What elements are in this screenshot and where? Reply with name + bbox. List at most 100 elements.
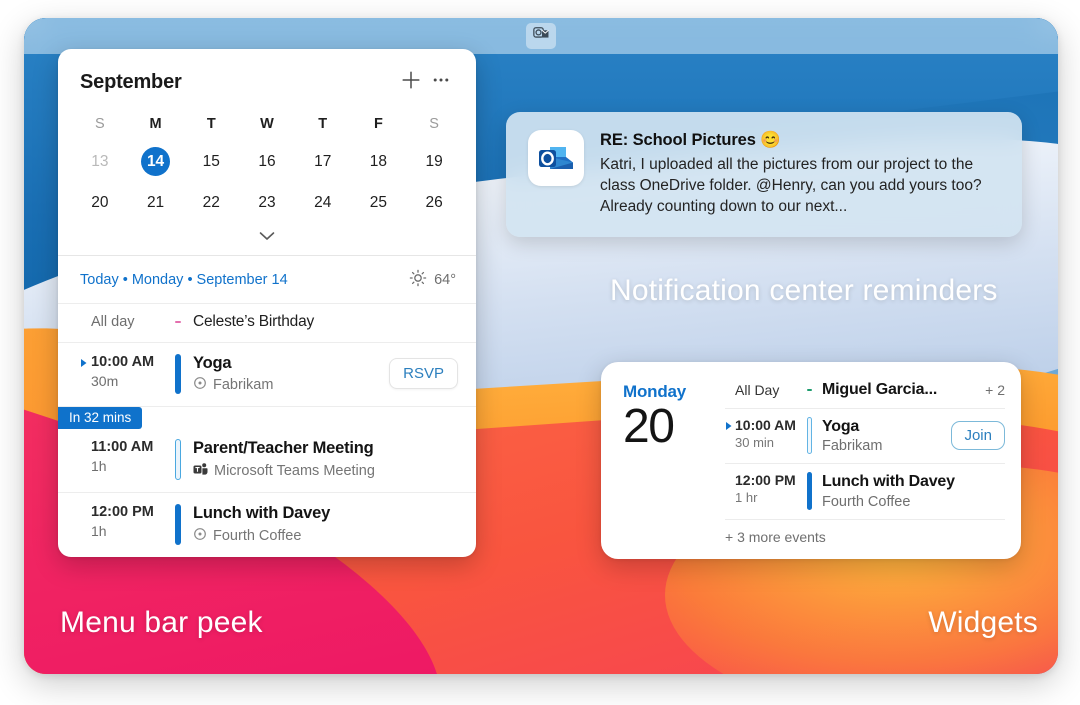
calendar-header: September <box>58 49 476 103</box>
ellipsis-icon <box>430 69 452 96</box>
event-color-bar-blue <box>175 353 181 395</box>
widget-color-bar-blue <box>807 472 812 510</box>
label-widgets: Widgets <box>928 606 1038 639</box>
widget-event-location: Fabrikam <box>822 438 883 455</box>
calendar-day-headers: S M T W T F S <box>72 113 462 141</box>
event-marker-slot <box>80 504 91 545</box>
event-duration: 1h <box>91 523 107 540</box>
widget-date-column: Monday 20 <box>617 378 725 547</box>
event-color-bar-pink <box>175 321 181 324</box>
event-marker-slot <box>80 439 91 480</box>
event-body: Parent/Teacher Meeting Microsoft Teams M… <box>193 439 458 480</box>
calendar-more-options-button[interactable] <box>426 67 456 97</box>
status-badge-in-32-mins: In 32 mins <box>58 407 143 430</box>
event-action-slot: RSVP <box>383 354 458 395</box>
widget-row-lunch[interactable]: 12:00 PM 1 hr Lunch with Davey Fourth Co… <box>725 464 1005 520</box>
widget-event-title: Miguel Garcia... <box>822 381 938 398</box>
day-header-sun: S <box>95 116 105 132</box>
calendar-day-cell[interactable]: 24 <box>295 182 351 223</box>
event-location: Microsoft Teams Meeting <box>193 462 458 480</box>
event-title: Celeste’s Birthday <box>193 313 315 330</box>
widget-weekday-label: Monday <box>623 382 687 401</box>
menubar-outlook-button[interactable] <box>526 23 556 49</box>
calendar-day-cell[interactable]: 21 <box>128 182 184 223</box>
calendar-day-cell-today[interactable]: 14 <box>128 141 184 182</box>
calendar-week-row: 20 21 22 23 24 25 26 <box>72 182 462 223</box>
day-header-mon: M <box>149 116 162 132</box>
today-date-label[interactable]: Today • Monday • September 14 <box>80 272 409 288</box>
join-button[interactable]: Join <box>951 421 1005 451</box>
event-time: 10:00 AM <box>91 353 155 370</box>
event-location-label: Microsoft Teams Meeting <box>214 463 375 480</box>
widget-time-column: 10:00 AM 30 min <box>735 417 807 454</box>
calendar-day-cell[interactable]: 20 <box>72 182 128 223</box>
widget-event-body: Miguel Garcia... <box>822 380 977 399</box>
event-current-marker <box>80 354 91 395</box>
widget-event-duration: 1 hr <box>735 490 758 506</box>
event-row-parent-teacher[interactable]: 11:00 AM 1h Parent/Teacher Meeting Micro… <box>58 428 476 492</box>
add-event-button[interactable] <box>396 67 426 97</box>
day-header-fri: F <box>373 116 383 132</box>
notification-banner[interactable]: RE: School Pictures 😊 Katri, I uploaded … <box>506 112 1022 238</box>
day-header-tue: T <box>206 116 216 132</box>
event-body: Celeste’s Birthday <box>193 313 458 332</box>
widget-day-number: 20 <box>623 400 675 453</box>
label-notification-center-reminders: Notification center reminders <box>610 274 998 307</box>
event-title: Lunch with Davey <box>193 504 331 523</box>
event-time: 11:00 AM <box>91 439 154 456</box>
event-row-yoga[interactable]: 10:00 AM 30m Yoga Fabrikam RSVP <box>58 341 476 407</box>
chevron-down-icon <box>258 229 276 247</box>
widget-more-events-label[interactable]: + 3 more events <box>725 520 1005 547</box>
widget-color-bar-light-blue <box>807 417 812 455</box>
event-row-lunch[interactable]: 12:00 PM 1h Lunch with Davey Fourth Coff… <box>58 492 476 557</box>
teams-icon <box>193 462 208 480</box>
weather-block: 64° <box>409 269 456 291</box>
calendar-day-cell[interactable]: 23 <box>239 182 295 223</box>
event-duration: 30m <box>91 372 119 389</box>
calendar-day-cell[interactable]: 22 <box>183 182 239 223</box>
widget-event-location: Fourth Coffee <box>822 493 911 510</box>
calendar-expand-button[interactable] <box>72 223 462 253</box>
event-row-all-day[interactable]: All day Celeste’s Birthday <box>58 303 476 342</box>
widget-extra-count: + 2 <box>985 381 1005 398</box>
widget-time-column: All Day <box>735 382 807 398</box>
calendar-day-cell[interactable]: 15 <box>183 141 239 182</box>
outlook-icon <box>532 25 550 47</box>
widget-event-body: Yoga Fabrikam <box>822 417 945 454</box>
notification-body: Katri, I uploaded all the pictures from … <box>600 156 982 216</box>
day-header-thu: T <box>318 116 328 132</box>
outlook-app-icon <box>528 130 584 186</box>
widget-color-bar-green <box>807 388 812 391</box>
sun-icon <box>409 269 427 291</box>
widget-marker-slot <box>725 472 735 509</box>
calendar-day-cell[interactable]: 17 <box>295 141 351 182</box>
calendar-day-cell[interactable]: 16 <box>239 141 295 182</box>
desktop-frame: Notification center reminders Menu bar p… <box>24 18 1058 674</box>
widget-row-yoga[interactable]: 10:00 AM 30 min Yoga Fabrikam Join <box>725 409 1005 465</box>
day-header-wed: W <box>260 116 274 132</box>
event-location: Fabrikam <box>193 376 383 394</box>
event-time-column: 10:00 AM 30m <box>91 354 175 395</box>
event-color-bar-blue <box>175 504 181 545</box>
event-time-column: 12:00 PM 1h <box>91 504 175 545</box>
location-pin-icon <box>193 376 207 394</box>
calendar-day-cell[interactable]: 26 <box>406 182 462 223</box>
widget-row-all-day[interactable]: All Day Miguel Garcia... + 2 <box>725 378 1005 410</box>
plus-icon <box>400 69 422 96</box>
calendar-day-cell[interactable]: 19 <box>406 141 462 182</box>
calendar-day-cell[interactable]: 18 <box>351 141 407 182</box>
widget-event-time: 12:00 PM <box>735 472 796 489</box>
event-color-bar-light-blue <box>175 439 181 481</box>
calendar-month-grid: S M T W T F S 13 14 15 16 17 18 19 20 21… <box>58 103 476 253</box>
widget-all-day-label: All Day <box>735 381 780 398</box>
event-duration: 1h <box>91 458 107 475</box>
calendar-day-cell[interactable]: 13 <box>72 141 128 182</box>
calendar-day-cell[interactable]: 25 <box>351 182 407 223</box>
temperature-label: 64° <box>434 272 456 288</box>
calendar-week-row: 13 14 15 16 17 18 19 <box>72 141 462 182</box>
calendar-widget-card[interactable]: Monday 20 All Day Miguel Garcia... + 2 1… <box>601 362 1021 559</box>
widget-event-title: Lunch with Davey <box>822 473 955 491</box>
widget-event-duration: 30 min <box>735 435 775 451</box>
label-menu-bar-peek: Menu bar peek <box>60 606 263 639</box>
rsvp-button[interactable]: RSVP <box>389 358 458 390</box>
